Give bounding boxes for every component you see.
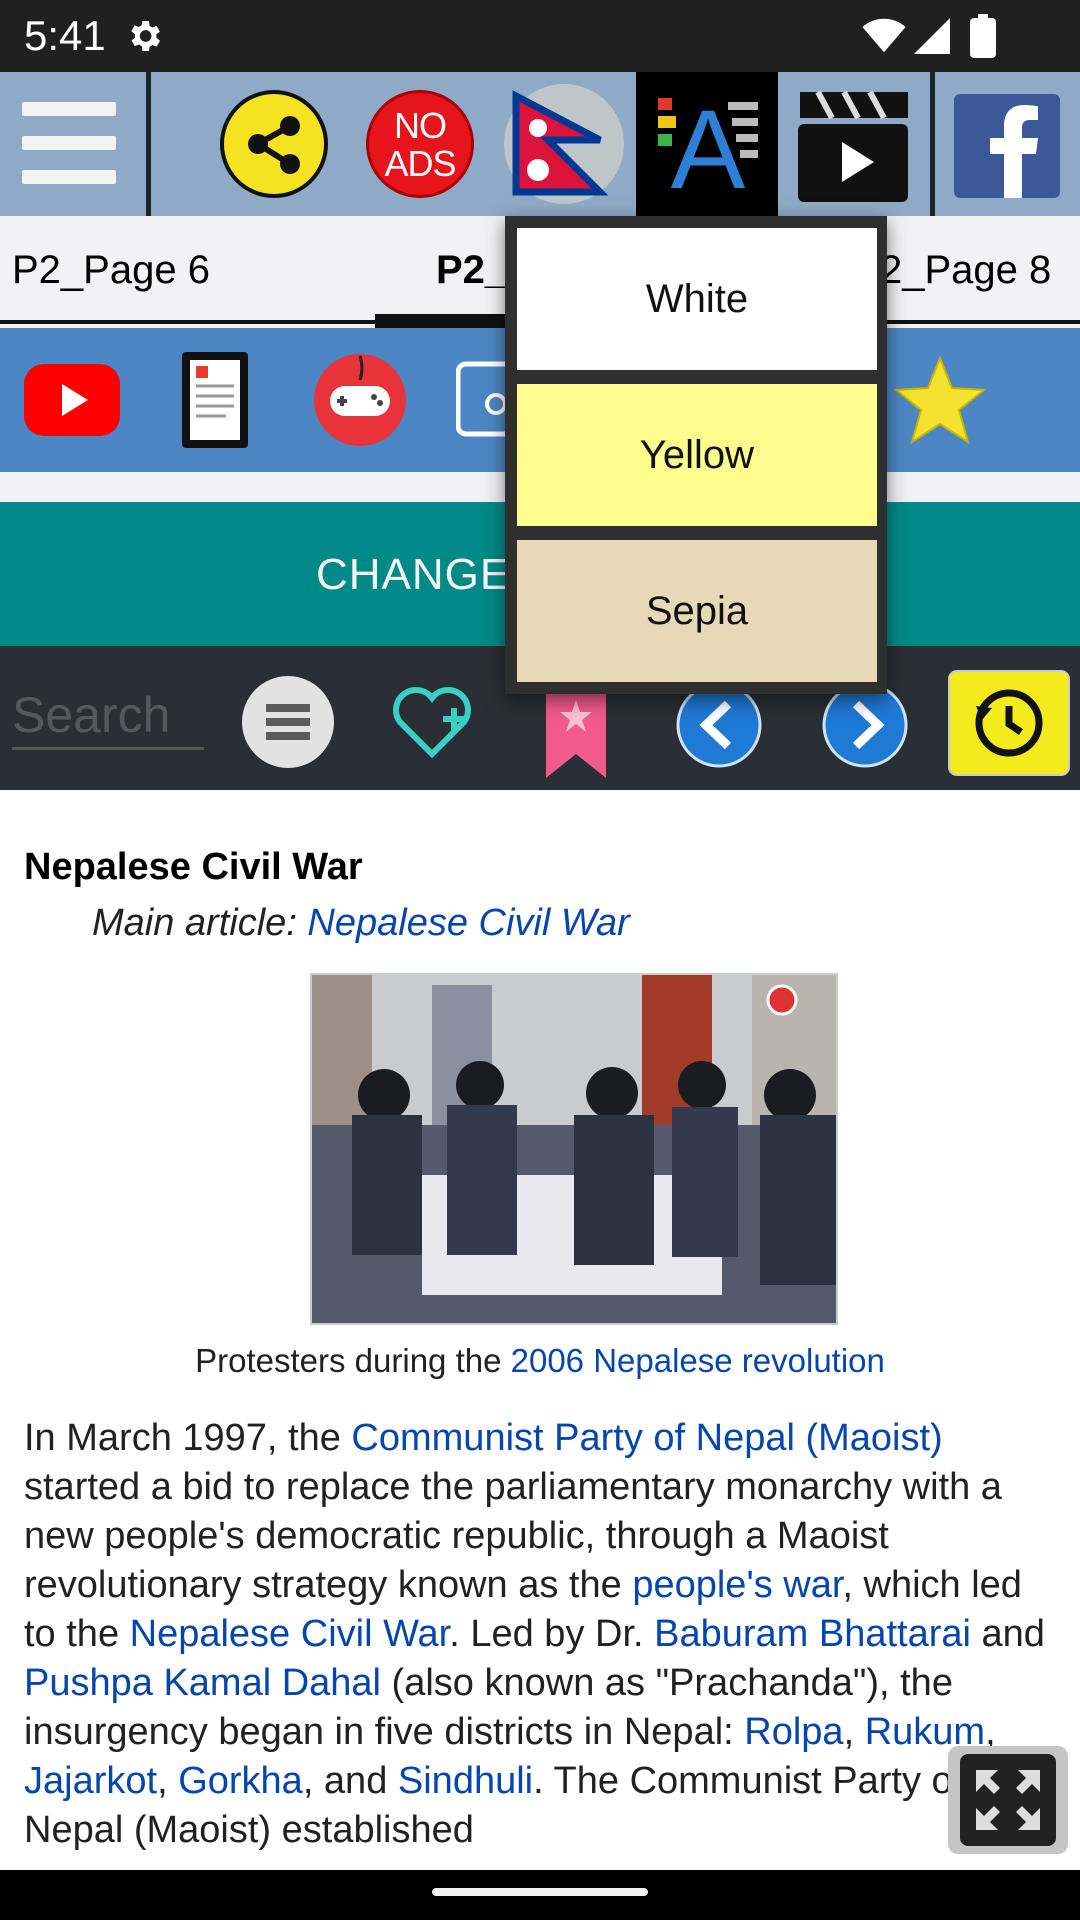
home-gesture-pill[interactable] bbox=[432, 1888, 648, 1896]
no-ads-line1: NO bbox=[394, 105, 447, 146]
system-nav-bar bbox=[0, 1870, 1080, 1920]
link-gorkha[interactable]: Gorkha bbox=[178, 1760, 303, 1802]
search-input[interactable] bbox=[12, 682, 204, 750]
para-text: . Led by Dr. bbox=[449, 1613, 655, 1655]
list-menu-icon[interactable] bbox=[240, 674, 336, 770]
main-article-note: Main article: Nepalese Civil War bbox=[92, 902, 630, 945]
svg-text:A: A bbox=[671, 87, 746, 212]
settings-gear-icon bbox=[131, 21, 160, 51]
tab-page-6[interactable]: P2_Page 6 bbox=[12, 248, 210, 293]
caption-link[interactable]: 2006 Nepalese revolution bbox=[511, 1342, 885, 1379]
game-controller-icon[interactable] bbox=[312, 352, 408, 448]
caption-prefix: Protesters during the bbox=[195, 1342, 511, 1379]
link-nepalese-civil-war[interactable]: Nepalese Civil War bbox=[130, 1613, 450, 1655]
nepal-flag-button[interactable] bbox=[504, 84, 624, 204]
toolbar-divider bbox=[146, 72, 151, 216]
youtube-icon[interactable] bbox=[24, 364, 120, 436]
link-sindhuli[interactable]: Sindhuli bbox=[398, 1760, 533, 1802]
menu-button[interactable] bbox=[0, 72, 146, 216]
add-favorite-heart-icon[interactable] bbox=[392, 686, 472, 758]
status-time: 5:41 bbox=[24, 12, 106, 59]
fullscreen-expand-icon bbox=[976, 1770, 1040, 1830]
para-text: , bbox=[843, 1711, 865, 1753]
color-option-white[interactable]: White bbox=[517, 228, 877, 370]
link-peoples-war[interactable]: people's war bbox=[632, 1564, 842, 1606]
text-style-button[interactable]: A bbox=[636, 72, 780, 216]
top-toolbar: NO ADS A bbox=[0, 72, 1080, 216]
link-jajarkot[interactable]: Jajarkot bbox=[24, 1760, 157, 1802]
share-button[interactable] bbox=[220, 90, 328, 198]
font-size-icon: A bbox=[658, 87, 758, 212]
video-button[interactable] bbox=[778, 72, 932, 216]
clapperboard-icon bbox=[798, 90, 908, 202]
share-icon bbox=[248, 116, 300, 174]
no-ads-line2: ADS bbox=[384, 143, 456, 184]
protesters-photo-image bbox=[312, 975, 836, 1323]
nepal-flag-icon bbox=[512, 90, 609, 196]
status-bar: 5:41 bbox=[0, 0, 1080, 72]
link-rolpa[interactable]: Rolpa bbox=[744, 1711, 843, 1753]
fullscreen-icon-bg bbox=[960, 1754, 1056, 1846]
section-heading: Nepalese Civil War bbox=[24, 846, 363, 888]
link-pushpa-kamal-dahal[interactable]: Pushpa Kamal Dahal bbox=[24, 1662, 381, 1704]
ebook-icon[interactable] bbox=[180, 350, 250, 450]
color-option-yellow[interactable]: Yellow bbox=[517, 384, 877, 526]
facebook-icon bbox=[954, 94, 1060, 198]
next-page-icon[interactable] bbox=[822, 682, 908, 768]
previous-page-icon[interactable] bbox=[676, 682, 762, 768]
tab-page-7[interactable]: P2_ bbox=[436, 248, 507, 293]
link-baburam-bhattarai[interactable]: Baburam Bhattarai bbox=[654, 1613, 971, 1655]
para-text: and bbox=[970, 1613, 1045, 1655]
background-color-menu: White Yellow Sepia bbox=[505, 216, 887, 694]
para-text: , and bbox=[302, 1760, 398, 1802]
change-label: CHANGE bbox=[316, 550, 511, 599]
article-content: Nepalese Civil War Main article: Nepales… bbox=[0, 790, 1080, 1870]
photo-caption: Protesters during the 2006 Nepalese revo… bbox=[0, 1342, 1080, 1380]
signal-icon bbox=[914, 18, 950, 54]
main-article-prefix: Main article: bbox=[92, 902, 308, 944]
no-ads-button[interactable]: NO ADS bbox=[366, 90, 474, 198]
link-communist-party-nepal-maoist[interactable]: Communist Party of Nepal (Maoist) bbox=[351, 1417, 942, 1459]
favorite-star-icon[interactable] bbox=[892, 354, 988, 444]
tab-page-8[interactable]: 2_Page 8 bbox=[880, 248, 1051, 293]
para-text: In March 1997, the bbox=[24, 1417, 352, 1459]
fullscreen-button[interactable] bbox=[948, 1746, 1068, 1854]
protest-photo[interactable] bbox=[310, 973, 838, 1325]
color-option-sepia[interactable]: Sepia bbox=[517, 540, 877, 682]
bookmark-icon[interactable] bbox=[544, 682, 608, 778]
battery-icon bbox=[970, 14, 996, 58]
article-paragraph: In March 1997, the Communist Party of Ne… bbox=[24, 1414, 1064, 1855]
wifi-icon bbox=[862, 18, 906, 53]
history-icon[interactable] bbox=[948, 670, 1070, 776]
para-text: , bbox=[157, 1760, 179, 1802]
facebook-button[interactable] bbox=[934, 72, 1080, 216]
main-article-link[interactable]: Nepalese Civil War bbox=[307, 902, 629, 944]
